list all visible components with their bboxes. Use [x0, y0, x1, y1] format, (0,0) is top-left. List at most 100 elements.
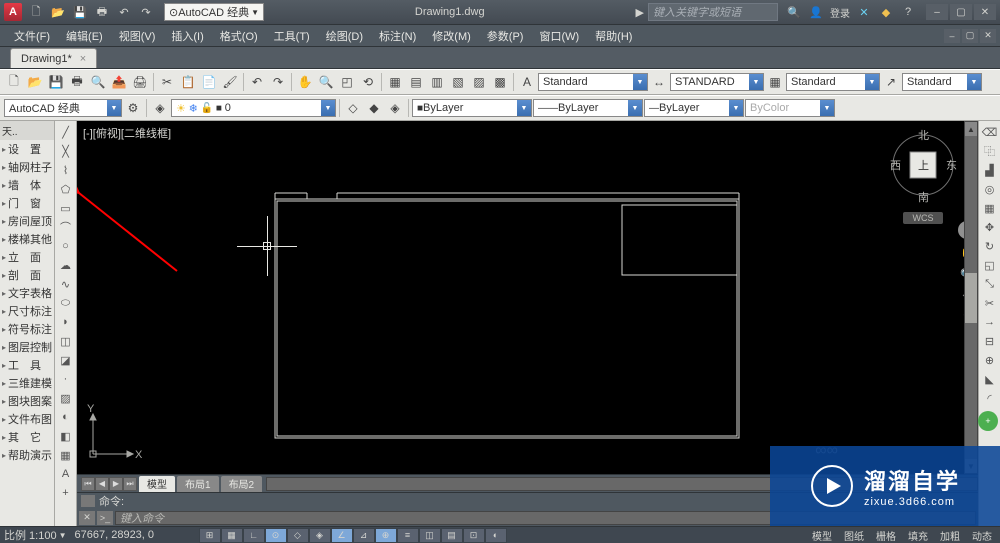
vertical-scrollbar[interactable]: ▲ ▼ — [964, 121, 978, 474]
revcloud-icon[interactable]: ☁ — [57, 256, 75, 274]
erase-icon[interactable]: ⌫ — [981, 123, 999, 141]
tree-item-door[interactable]: ▸门 窗 — [0, 194, 54, 212]
app-logo-icon[interactable]: A — [4, 3, 22, 21]
layer-prev-icon[interactable]: ◈ — [385, 98, 405, 118]
rectangle-icon[interactable]: ▭ — [57, 199, 75, 217]
new-icon[interactable]: 🗋 — [26, 2, 46, 22]
lineweight-combo[interactable]: — ByLayer▼ — [644, 99, 744, 117]
mleader-style-icon[interactable]: ↗ — [881, 72, 901, 92]
exchange-icon[interactable]: ✕ — [856, 4, 872, 20]
menu-insert[interactable]: 插入(I) — [163, 25, 211, 46]
text-style-combo[interactable]: Standard▼ — [538, 73, 648, 91]
signin-icon[interactable]: 👤 — [808, 4, 824, 20]
region-icon[interactable]: ◧ — [57, 427, 75, 445]
tree-item-dim[interactable]: ▸尺寸标注 — [0, 302, 54, 320]
ws-settings-icon[interactable]: ⚙ — [123, 98, 143, 118]
polygon-icon[interactable]: ⬠ — [57, 180, 75, 198]
new-file-icon[interactable]: 🗋 — [4, 72, 24, 92]
menu-format[interactable]: 格式(O) — [212, 25, 266, 46]
chamfer-icon[interactable]: ◣ — [981, 370, 999, 388]
layout-last-icon[interactable]: ⏭ — [123, 477, 137, 491]
menu-parametric[interactable]: 参数(P) — [479, 25, 532, 46]
search-go-icon[interactable]: 🔍 — [786, 4, 802, 20]
tree-item-elevation[interactable]: ▸立 面 — [0, 248, 54, 266]
plot-icon[interactable]: 🖨 — [130, 72, 150, 92]
zoom-rt-icon[interactable]: 🔍 — [316, 72, 336, 92]
array-icon[interactable]: ▦ — [981, 199, 999, 217]
break-icon[interactable]: ⊟ — [981, 332, 999, 350]
scale-icon[interactable]: ◱ — [981, 256, 999, 274]
trim-icon[interactable]: ✂ — [981, 294, 999, 312]
scroll-thumb[interactable] — [965, 273, 977, 323]
preview-icon[interactable]: 🔍 — [88, 72, 108, 92]
layout-tab-2[interactable]: 布局2 — [221, 476, 263, 492]
command-prompt-icon[interactable]: >_ — [97, 511, 113, 525]
search-input[interactable]: 键入关键字或短语 — [648, 3, 778, 21]
pline-icon[interactable]: ⌇ — [57, 161, 75, 179]
plotstyle-combo[interactable]: ByColor▼ — [745, 99, 835, 117]
polar-toggle[interactable]: ⊙ — [265, 528, 287, 543]
rotate-icon[interactable]: ↻ — [981, 237, 999, 255]
stretch-icon[interactable]: ⤡ — [981, 275, 999, 293]
grid-toggle[interactable]: ▦ — [221, 528, 243, 543]
arc-icon[interactable]: ⌒ — [57, 218, 75, 236]
undo-icon[interactable]: ↶ — [114, 2, 134, 22]
table-icon[interactable]: ▦ — [57, 446, 75, 464]
menu-draw[interactable]: 绘图(D) — [318, 25, 371, 46]
tree-item-help[interactable]: ▸帮助演示 — [0, 446, 54, 464]
mtext-icon[interactable]: A — [57, 465, 75, 483]
spline-icon[interactable]: ∿ — [57, 275, 75, 293]
copy-obj-icon[interactable]: ⿻ — [981, 142, 999, 160]
insert-icon[interactable]: ◫ — [57, 332, 75, 350]
prop-icon[interactable]: ▦ — [385, 72, 405, 92]
tree-item-stair[interactable]: ▸楼梯其他 — [0, 230, 54, 248]
tree-item-block[interactable]: ▸图块图案 — [0, 392, 54, 410]
layout-tab-1[interactable]: 布局1 — [177, 476, 219, 492]
tree-item-layer[interactable]: ▸图层控制 — [0, 338, 54, 356]
doc-restore-button[interactable]: ▢ — [962, 29, 978, 43]
tree-item-file[interactable]: ▸文件布图 — [0, 410, 54, 428]
pan-icon[interactable]: ✋ — [295, 72, 315, 92]
workspace-selector[interactable]: ⊙AutoCAD 经典 ▼ — [164, 3, 264, 21]
publish-icon[interactable]: 📤 — [109, 72, 129, 92]
mkup-icon[interactable]: ▨ — [469, 72, 489, 92]
login-label[interactable]: 登录 — [830, 5, 850, 20]
tree-item-axis[interactable]: ▸轴网柱子 — [0, 158, 54, 176]
dim-style-icon[interactable]: ↔ — [649, 72, 669, 92]
menu-view[interactable]: 视图(V) — [111, 25, 164, 46]
sc-toggle[interactable]: ⊡ — [463, 528, 485, 543]
copy-icon[interactable]: 📋 — [178, 72, 198, 92]
tree-item-symbol[interactable]: ▸符号标注 — [0, 320, 54, 338]
status-grid[interactable]: 栅格 — [872, 528, 900, 543]
status-model[interactable]: 模型 — [808, 528, 836, 543]
cut-icon[interactable]: ✂ — [157, 72, 177, 92]
tab-drawing1[interactable]: Drawing1* × — [10, 48, 97, 68]
status-paper[interactable]: 图纸 — [840, 528, 868, 543]
layout-prev-icon[interactable]: ◀ — [95, 477, 109, 491]
layer-prop-icon[interactable]: ◈ — [150, 98, 170, 118]
command-close-icon[interactable]: ✕ — [79, 511, 95, 525]
print-icon[interactable]: 🖶 — [67, 72, 87, 92]
close-button[interactable]: ✕ — [974, 4, 996, 20]
match-icon[interactable]: 🖌 — [220, 72, 240, 92]
am-toggle[interactable]: ◐ — [485, 528, 507, 543]
ortho-toggle[interactable]: ∟ — [243, 528, 265, 543]
layout-first-icon[interactable]: ⏮ — [81, 477, 95, 491]
menu-dimension[interactable]: 标注(N) — [371, 25, 424, 46]
menu-tools[interactable]: 工具(T) — [266, 25, 318, 46]
point-icon[interactable]: · — [57, 370, 75, 388]
table-style-icon[interactable]: ▦ — [765, 72, 785, 92]
ellipse-icon[interactable]: ⬭ — [57, 294, 75, 312]
layout-tab-model[interactable]: 模型 — [139, 476, 175, 492]
table-style-combo[interactable]: Standard▼ — [786, 73, 880, 91]
ducs-toggle[interactable]: ⊿ — [353, 528, 375, 543]
layer-state-icon[interactable]: ◇ — [343, 98, 363, 118]
layout-next-icon[interactable]: ▶ — [109, 477, 123, 491]
autodesk-badge-icon[interactable]: + — [978, 411, 998, 431]
infocenter-icon[interactable]: ▶ — [636, 6, 644, 19]
help-icon[interactable]: ? — [900, 4, 916, 20]
ellipse-arc-icon[interactable]: ◗ — [57, 313, 75, 331]
viewcube[interactable]: 上 北 南 西 东 WCS — [888, 127, 958, 207]
circle-icon[interactable]: ○ — [57, 237, 75, 255]
dim-style-combo[interactable]: STANDARD▼ — [670, 73, 764, 91]
